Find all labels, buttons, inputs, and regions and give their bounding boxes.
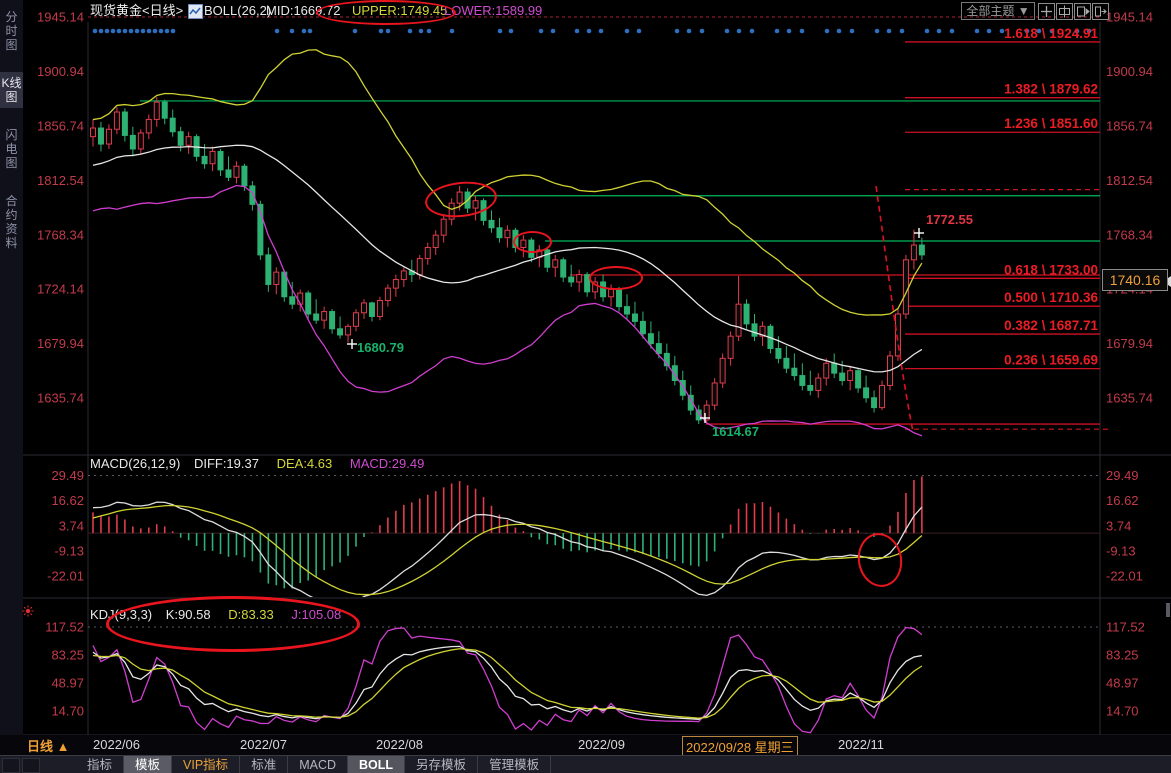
svg-text:1768.34: 1768.34 xyxy=(37,227,84,242)
svg-text:1945.14: 1945.14 xyxy=(1106,10,1153,25)
svg-text:3.74: 3.74 xyxy=(59,518,84,533)
macd-legend: MACD(26,12,9) DIFF:19.37 DEA:4.63 MACD:2… xyxy=(90,456,424,471)
svg-text:-9.13: -9.13 xyxy=(1106,543,1136,558)
drawn-red-lines xyxy=(570,190,1108,430)
chart-canvas[interactable]: 1.618 \ 1924.91 1.382 \ 1879.62 1.236 \ 18… xyxy=(0,0,1171,773)
toolbar-item-指标[interactable]: 指标 xyxy=(76,756,124,773)
svg-text:29.49: 29.49 xyxy=(51,468,84,483)
toolbar-item-模板[interactable]: 模板 xyxy=(124,756,172,773)
date-tick: 2022/11 xyxy=(838,737,884,752)
crosshair-marks xyxy=(347,228,924,423)
svg-text:1856.74: 1856.74 xyxy=(37,118,84,133)
bottom-toolbar: 指标模板VIP指标标准MACDBOLL另存模板管理模板 xyxy=(0,755,1171,773)
macd-name: MACD(26,12,9) xyxy=(90,456,180,471)
fit-vertical-icon[interactable] xyxy=(1056,3,1073,20)
current-price-tag: 1740.16 xyxy=(1102,269,1168,291)
svg-text:-22.01: -22.01 xyxy=(1106,569,1143,584)
trading-terminal: 分时图K线图闪电图合约资料 现货黄金<日线> BOLL(26,2) MID:16… xyxy=(0,0,1171,773)
boll-upper-value: UPPER:1749.45 xyxy=(352,0,447,22)
toolbar-item-MACD[interactable]: MACD xyxy=(288,756,348,773)
svg-text:1.618 \ 1924.91: 1.618 \ 1924.91 xyxy=(1004,26,1098,41)
kdj-j: J:105.08 xyxy=(291,607,341,622)
svg-text:14.70: 14.70 xyxy=(51,704,84,719)
kdj-panel xyxy=(93,628,922,733)
svg-text:3.74: 3.74 xyxy=(1106,518,1131,533)
date-tick: 2022/09/28 星期三 xyxy=(682,736,798,757)
svg-text:1812.54: 1812.54 xyxy=(37,173,84,188)
svg-text:83.25: 83.25 xyxy=(1106,647,1139,662)
svg-text:1900.94: 1900.94 xyxy=(1106,64,1153,79)
corner-cell-1[interactable] xyxy=(2,758,20,773)
date-tick: 2022/09 xyxy=(578,737,625,752)
svg-text:16.62: 16.62 xyxy=(1106,493,1139,508)
candlestick-series xyxy=(91,97,925,424)
kdj-name: KDJ(9,3,3) xyxy=(90,607,152,622)
date-tick: 2022/07 xyxy=(240,737,287,752)
svg-text:117.52: 117.52 xyxy=(1106,620,1145,635)
toolbar-item-VIP指标[interactable]: VIP指标 xyxy=(172,756,240,773)
kdj-d: D:83.33 xyxy=(228,607,274,622)
indicator-name: BOLL(26,2) xyxy=(204,0,271,22)
toolbar-item-标准[interactable]: 标准 xyxy=(240,756,288,773)
svg-text:117.52: 117.52 xyxy=(45,620,84,635)
crosshair-tool-icon[interactable] xyxy=(1038,3,1055,20)
kdj-k: K:90.58 xyxy=(166,607,211,622)
svg-text:1768.34: 1768.34 xyxy=(1106,227,1153,242)
boll-lower-value: LOWER:1589.99 xyxy=(444,0,542,22)
toolbar-item-另存模板[interactable]: 另存模板 xyxy=(405,756,478,773)
date-tick: 2022/08 xyxy=(376,737,423,752)
theme-selector[interactable]: 全部主题 ▼ xyxy=(961,2,1035,20)
svg-text:-22.01: -22.01 xyxy=(47,569,84,584)
svg-text:0.236 \ 1659.69: 0.236 \ 1659.69 xyxy=(1004,353,1098,368)
fibonacci-retracement: 1.618 \ 1924.91 1.382 \ 1879.62 1.236 \ 18… xyxy=(706,26,1100,424)
toolbar-item-BOLL[interactable]: BOLL xyxy=(348,756,405,773)
svg-text:0.382 \ 1687.71: 0.382 \ 1687.71 xyxy=(1004,318,1098,333)
svg-text:16.62: 16.62 xyxy=(51,493,84,508)
date-tick: 2022/06 xyxy=(93,737,140,752)
period-selector[interactable]: 日线 ▲ xyxy=(27,736,69,755)
svg-text:14.70: 14.70 xyxy=(1106,704,1139,719)
scrollbar-thumb[interactable] xyxy=(1166,603,1170,617)
svg-text:1679.94: 1679.94 xyxy=(1106,336,1153,351)
toolbar-item-管理模板[interactable]: 管理模板 xyxy=(478,756,551,773)
svg-text:83.25: 83.25 xyxy=(51,647,84,662)
panel-frame xyxy=(23,17,1171,755)
svg-text:1812.54: 1812.54 xyxy=(1106,173,1153,188)
svg-text:48.97: 48.97 xyxy=(1106,676,1139,691)
collapse-panel-icon[interactable] xyxy=(1092,3,1109,20)
svg-text:29.49: 29.49 xyxy=(1106,468,1139,483)
macd-dea: DEA:4.63 xyxy=(277,456,333,471)
svg-text:1.382 \ 1879.62: 1.382 \ 1879.62 xyxy=(1004,82,1098,97)
swing-high-label: 1772.55 xyxy=(926,212,973,227)
boll-mid-value: MID:1669.72 xyxy=(266,0,340,22)
macd-panel xyxy=(88,476,1100,604)
corner-cell-2[interactable] xyxy=(22,758,40,773)
event-dot-markers xyxy=(93,29,1092,34)
macd-value: MACD:29.49 xyxy=(350,456,424,471)
svg-text:0.618 \ 1733.00: 0.618 \ 1733.00 xyxy=(1004,262,1098,277)
swing-low-label-1: 1680.79 xyxy=(357,340,404,355)
svg-text:1856.74: 1856.74 xyxy=(1106,118,1153,133)
date-axis: 日线 ▲ 2022/06 2022/07 2022/08 2022/09 2022/09… xyxy=(0,735,1171,755)
svg-text:1635.74: 1635.74 xyxy=(37,391,84,406)
kdj-legend: KDJ(9,3,3) K:90.58 D:83.33 J:105.08 xyxy=(90,607,341,622)
svg-text:1724.14: 1724.14 xyxy=(37,282,84,297)
indicator-chart-icon xyxy=(188,4,203,19)
macd-diff: DIFF:19.37 xyxy=(194,456,259,471)
svg-text:1900.94: 1900.94 xyxy=(37,64,84,79)
svg-text:-9.13: -9.13 xyxy=(54,543,84,558)
svg-text:1945.14: 1945.14 xyxy=(37,10,84,25)
symbol-title: 现货黄金<日线> xyxy=(90,0,183,22)
svg-text:48.97: 48.97 xyxy=(51,676,84,691)
svg-text:1679.94: 1679.94 xyxy=(37,336,84,351)
svg-text:1635.74: 1635.74 xyxy=(1106,391,1153,406)
fit-horizontal-icon[interactable] xyxy=(1074,3,1091,20)
svg-text:1.236 \ 1851.60: 1.236 \ 1851.60 xyxy=(1004,116,1098,131)
swing-low-label-2: 1614.67 xyxy=(712,424,759,439)
indicator-settings-icon[interactable] xyxy=(23,606,34,617)
svg-text:0.500 \ 1710.36: 0.500 \ 1710.36 xyxy=(1004,290,1098,305)
